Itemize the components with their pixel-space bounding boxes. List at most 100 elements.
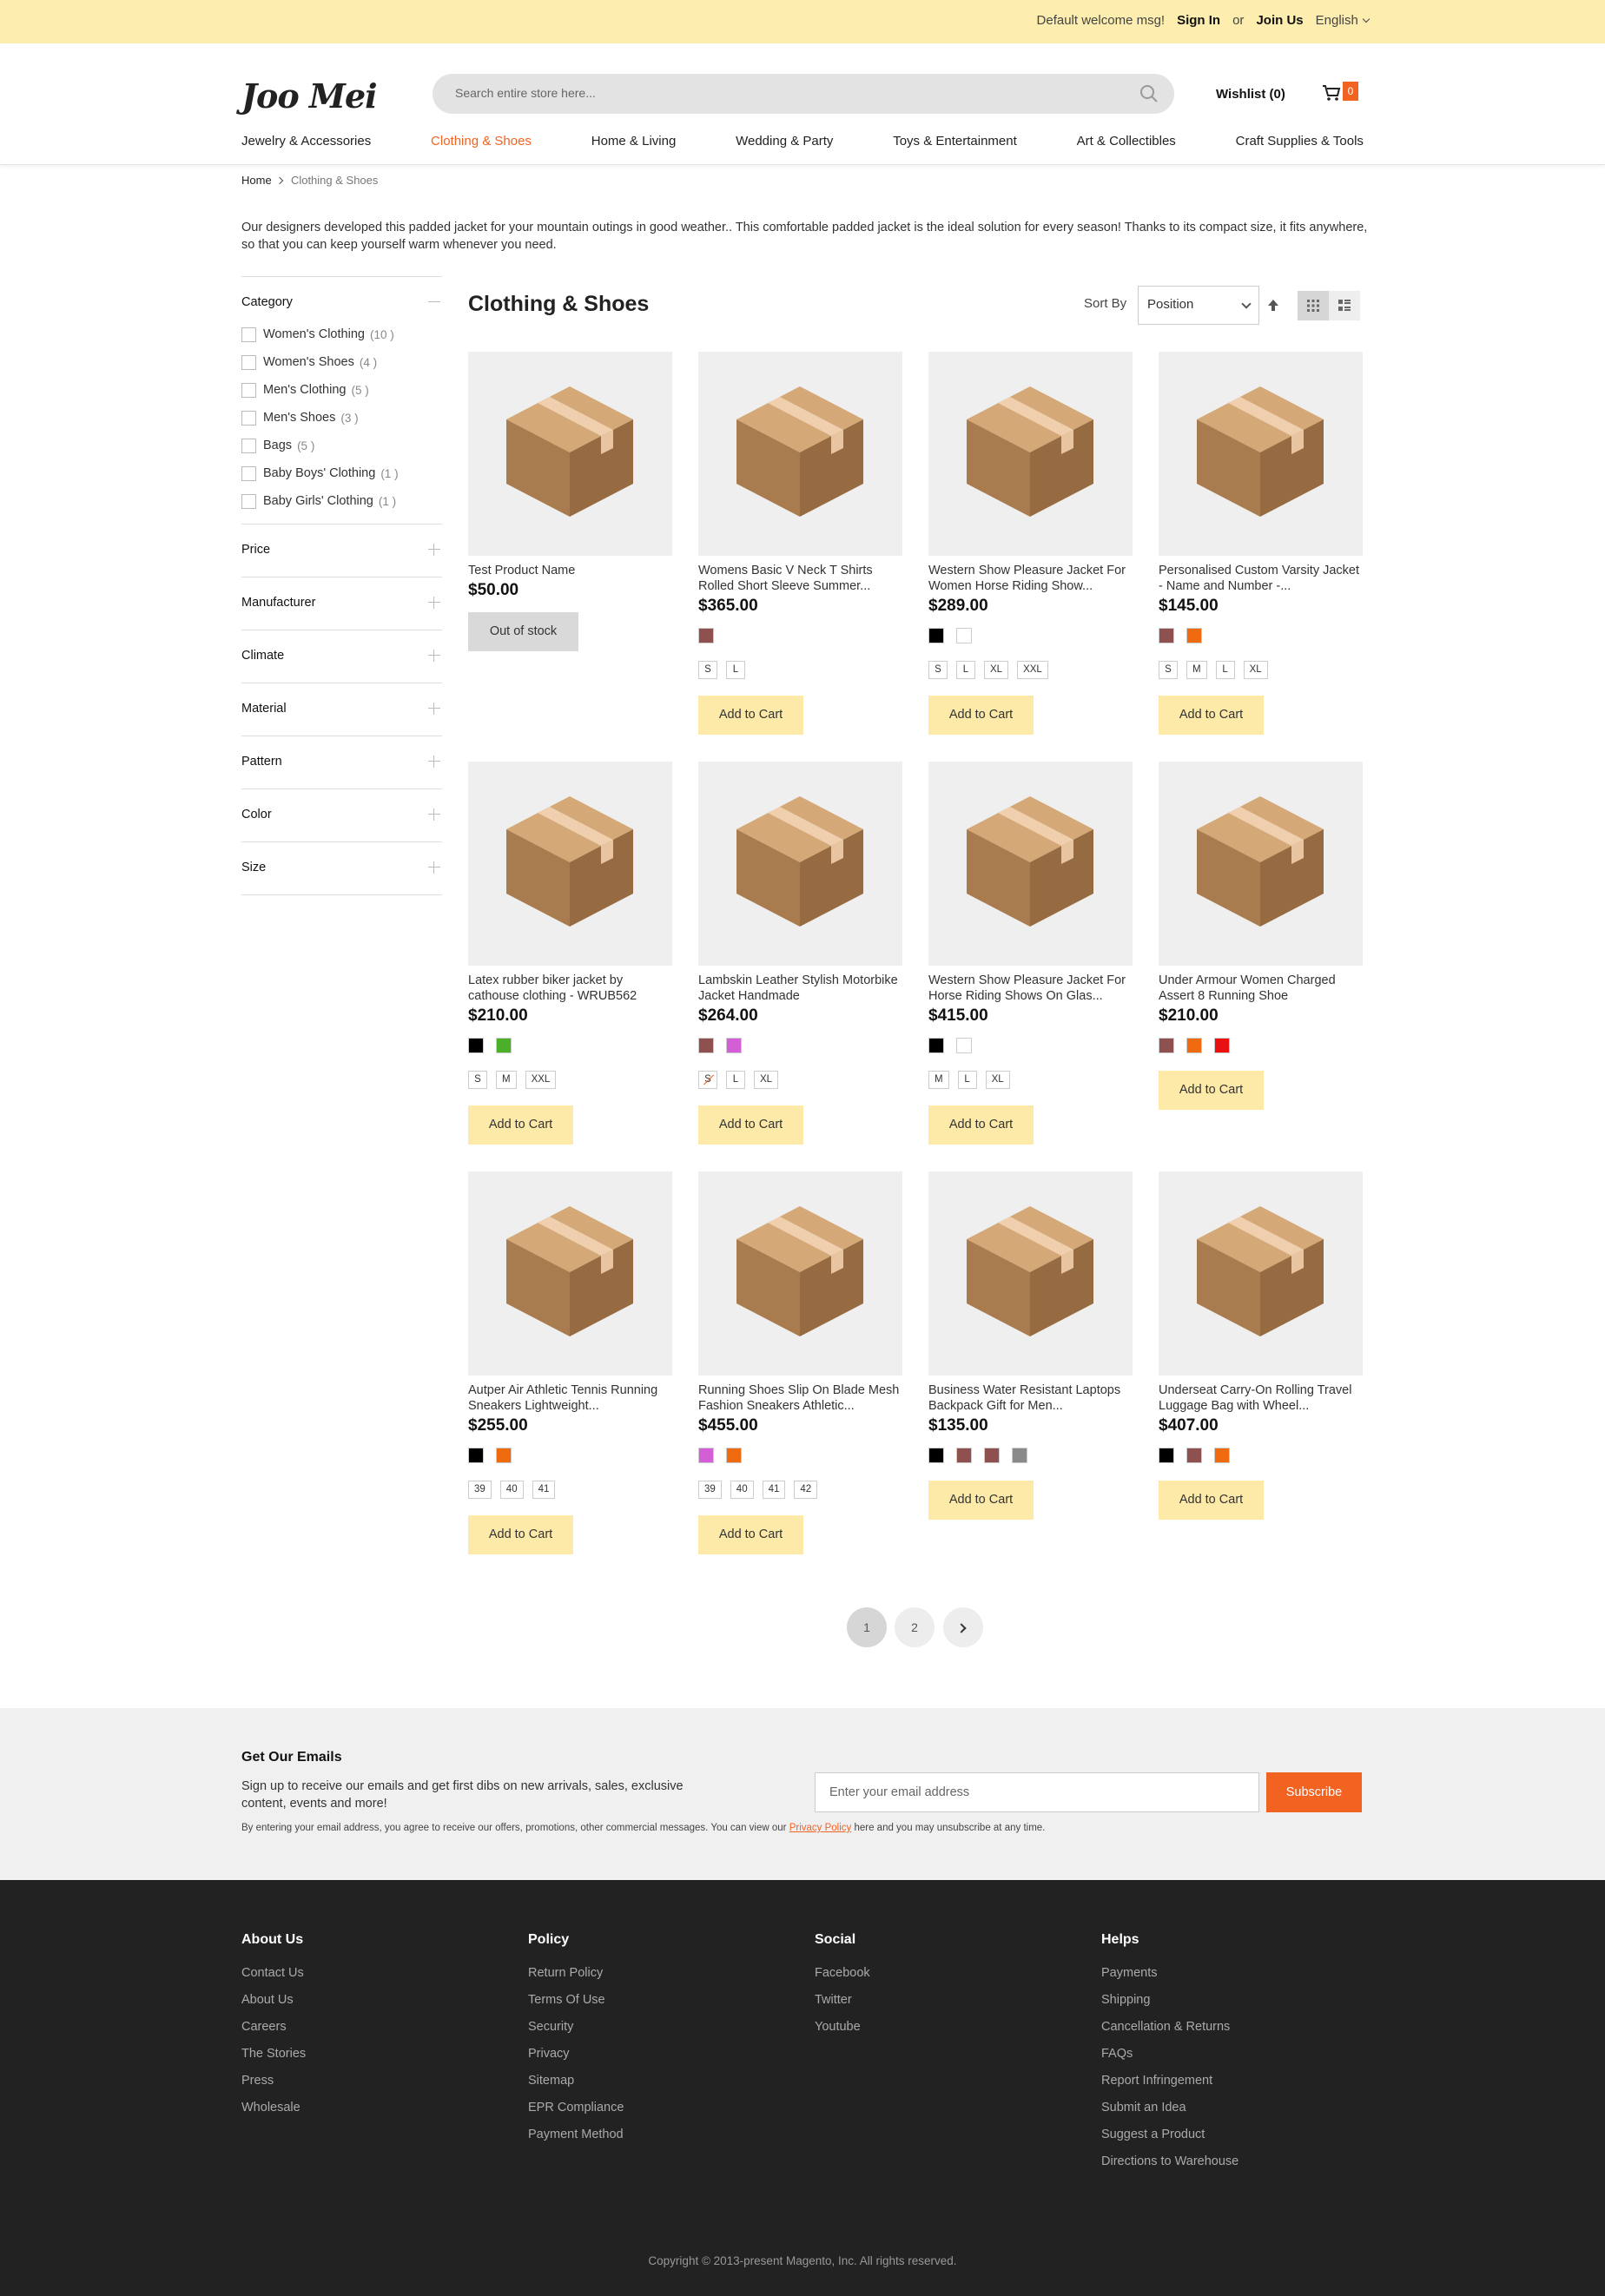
add-to-cart-button[interactable]: Add to Cart [698,696,803,735]
checkbox[interactable] [241,410,256,426]
size-option[interactable]: M [1186,661,1207,679]
add-to-cart-button[interactable]: Add to Cart [1159,1071,1264,1110]
size-option[interactable]: XXL [1017,661,1048,679]
footer-link-return-policy[interactable]: Return Policy [528,1966,624,1993]
page-2-button[interactable]: 2 [895,1607,935,1647]
add-to-cart-button[interactable]: Add to Cart [928,1105,1034,1145]
color-swatch[interactable] [1159,1038,1174,1053]
size-option[interactable]: 40 [730,1481,754,1499]
search-input[interactable]: Search entire store here... [433,74,1174,114]
footer-link-the-stories[interactable]: The Stories [241,2047,306,2074]
add-to-cart-button[interactable]: Add to Cart [468,1105,573,1145]
color-swatch[interactable] [1186,1038,1202,1053]
size-option[interactable]: L [1215,661,1235,679]
category-item-women-s-shoes[interactable]: Women's Shoes (4 ) [241,348,399,376]
wishlist-link[interactable]: Wishlist (0) [1216,87,1285,102]
color-swatch[interactable] [928,628,944,643]
collapse-minus-icon[interactable] [428,296,440,308]
footer-link-payments[interactable]: Payments [1101,1966,1238,1993]
sort-select[interactable]: Position [1138,286,1259,325]
filter-climate[interactable]: Climate [241,630,442,683]
size-option[interactable]: XL [754,1071,779,1089]
checkbox[interactable] [241,493,256,509]
footer-link-cancellation-returns[interactable]: Cancellation & Returns [1101,2020,1238,2047]
color-swatch[interactable] [698,628,714,643]
size-option[interactable]: M [496,1071,517,1089]
product-name[interactable]: Test Product Name [468,564,672,578]
color-swatch[interactable] [1159,1448,1174,1463]
footer-link-press[interactable]: Press [241,2074,306,2101]
grid-view-button[interactable] [1298,291,1329,320]
filter-material[interactable]: Material [241,683,442,736]
color-swatch[interactable] [496,1448,512,1463]
expand-plus-icon[interactable] [428,650,440,662]
product-image[interactable] [698,1171,902,1376]
footer-link-sitemap[interactable]: Sitemap [528,2074,624,2101]
product-image[interactable] [1159,1171,1363,1376]
product-name[interactable]: Western Show Pleasure Jacket For Women H… [928,564,1133,594]
size-option[interactable]: XL [1243,661,1268,679]
footer-link-epr-compliance[interactable]: EPR Compliance [528,2101,624,2128]
color-swatch[interactable] [1012,1448,1027,1463]
filter-price[interactable]: Price [241,524,442,577]
category-item-bags[interactable]: Bags (5 ) [241,432,399,459]
size-option[interactable]: 41 [762,1481,786,1499]
logo[interactable]: Joo Mei [241,76,378,115]
footer-link-faqs[interactable]: FAQs [1101,2047,1238,2074]
product-name[interactable]: Personalised Custom Varsity Jacket - Nam… [1159,564,1363,594]
checkbox[interactable] [241,465,256,481]
footer-link-facebook[interactable]: Facebook [815,1966,870,1993]
footer-link-shipping[interactable]: Shipping [1101,1993,1238,2020]
footer-link-security[interactable]: Security [528,2020,624,2047]
product-image[interactable] [468,352,672,556]
color-swatch[interactable] [1186,1448,1202,1463]
color-swatch[interactable] [698,1038,714,1053]
product-name[interactable]: Running Shoes Slip On Blade Mesh Fashion… [698,1383,902,1414]
size-option[interactable]: L [956,661,975,679]
size-option[interactable]: 42 [794,1481,818,1499]
color-swatch[interactable] [928,1448,944,1463]
color-swatch[interactable] [1214,1448,1230,1463]
color-swatch[interactable] [1214,1038,1230,1053]
color-swatch[interactable] [1159,628,1174,643]
color-swatch[interactable] [956,628,972,643]
nav-item-craft-supplies-tools[interactable]: Craft Supplies & Tools [1236,134,1364,148]
nav-item-toys-entertainment[interactable]: Toys & Entertainment [893,134,1017,148]
expand-plus-icon[interactable] [428,755,440,768]
footer-link-about-us[interactable]: About Us [241,1993,306,2020]
checkbox[interactable] [241,382,256,398]
filter-manufacturer[interactable]: Manufacturer [241,577,442,630]
filter-color[interactable]: Color [241,788,442,841]
size-option[interactable]: S [698,1071,717,1089]
expand-plus-icon[interactable] [428,861,440,874]
size-option[interactable]: 39 [698,1481,722,1499]
color-swatch[interactable] [698,1448,714,1463]
breadcrumb-home[interactable]: Home [241,174,272,187]
color-swatch[interactable] [984,1448,1000,1463]
color-swatch[interactable] [496,1038,512,1053]
language-switcher[interactable]: English [1316,13,1371,28]
category-item-men-s-shoes[interactable]: Men's Shoes (3 ) [241,404,399,432]
product-image[interactable] [1159,762,1363,966]
product-image[interactable] [468,762,672,966]
cart-button[interactable]: 0 [1322,82,1364,104]
category-item-women-s-clothing[interactable]: Women's Clothing (10 ) [241,320,399,348]
footer-link-suggest-a-product[interactable]: Suggest a Product [1101,2128,1238,2154]
expand-plus-icon[interactable] [428,544,440,556]
product-image[interactable] [928,1171,1133,1376]
add-to-cart-button[interactable]: Add to Cart [928,1481,1034,1520]
nav-item-wedding-party[interactable]: Wedding & Party [736,134,833,148]
size-option[interactable]: S [1159,661,1178,679]
join-link[interactable]: Join Us [1256,13,1303,28]
add-to-cart-button[interactable]: Add to Cart [1159,696,1264,735]
subscribe-button[interactable]: Subscribe [1266,1772,1362,1812]
category-item-baby-boys-clothing[interactable]: Baby Boys' Clothing (1 ) [241,459,399,487]
footer-link-wholesale[interactable]: Wholesale [241,2101,306,2128]
size-option[interactable]: M [928,1071,949,1089]
footer-link-twitter[interactable]: Twitter [815,1993,870,2020]
product-image[interactable] [928,352,1133,556]
footer-link-report-infringement[interactable]: Report Infringement [1101,2074,1238,2101]
footer-link-payment-method[interactable]: Payment Method [528,2128,624,2154]
footer-link-youtube[interactable]: Youtube [815,2020,870,2047]
color-swatch[interactable] [468,1038,484,1053]
